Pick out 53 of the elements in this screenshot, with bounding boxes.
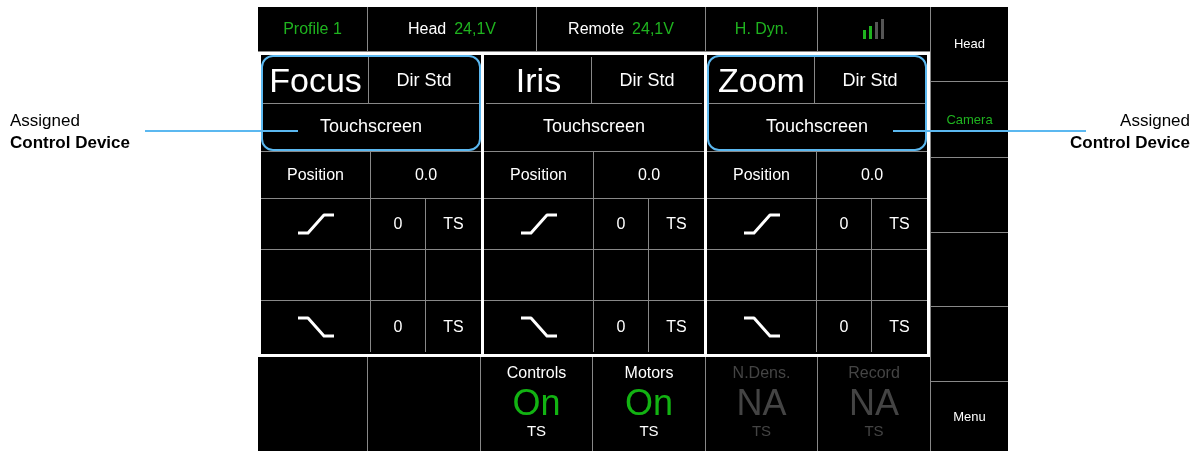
position-value: 0.0 [413,165,439,185]
device-button[interactable]: Touchscreen [709,104,925,149]
direction-button[interactable]: Dir Std [815,57,925,103]
voltage-value: 24,1V [454,19,497,39]
source-label: TS [666,214,687,234]
ramp-value: 0 [839,316,849,337]
status-label: N.Dens. [732,363,791,383]
source-label: TS [889,316,910,337]
axis-title: Iris [486,57,592,103]
axis-title: Focus [263,57,369,103]
ramp-value: 0 [393,316,403,337]
direction-button[interactable]: Dir Std [592,57,702,103]
ramp-up-icon [295,211,336,237]
device-button[interactable]: Touchscreen [486,104,702,149]
voltage-label: Remote [568,19,625,39]
ramp-value: 0 [616,316,626,337]
annotation-text: Assigned Control Device [1070,110,1190,154]
status-value: On [625,385,673,421]
ramp-up-icon [741,211,782,237]
status-label: Profile 1 [283,19,342,39]
status-label: H. Dyn. [734,19,789,39]
signal-icon [863,19,885,39]
status-label: Controls [506,363,567,383]
source-label: TS [526,421,547,441]
voltage-label: Head [407,19,447,39]
source-label: TS [864,421,884,441]
source-label: TS [443,214,464,234]
ramp-value: 0 [393,214,403,234]
status-label: Motors [624,363,674,383]
status-value: NA [736,385,787,421]
device-button[interactable]: Touchscreen [263,104,479,149]
status-label: Record [848,363,900,383]
ramp-up-icon [518,211,559,237]
position-label: Position [707,152,817,198]
source-label: TS [639,421,659,441]
status-value: On [512,385,561,421]
side-menu-button[interactable]: Head [931,7,1008,82]
position-value: 0.0 [859,165,885,185]
position-label: Position [484,152,594,198]
position-label: Position [261,152,371,198]
source-label: TS [443,316,464,337]
position-value: 0.0 [636,165,662,185]
axis-title: Zoom [709,57,815,103]
voltage-value: 24,1V [632,19,674,39]
source-label: TS [889,214,910,234]
ramp-value: 0 [616,214,626,234]
source-label: TS [751,421,772,441]
ramp-value: 0 [839,214,849,234]
direction-button[interactable]: Dir Std [369,57,479,103]
source-label: TS [666,316,687,337]
side-menu-button[interactable]: Menu [931,382,1008,451]
annotation-text: Assigned Control Device [10,110,130,154]
status-value: NA [849,385,899,421]
